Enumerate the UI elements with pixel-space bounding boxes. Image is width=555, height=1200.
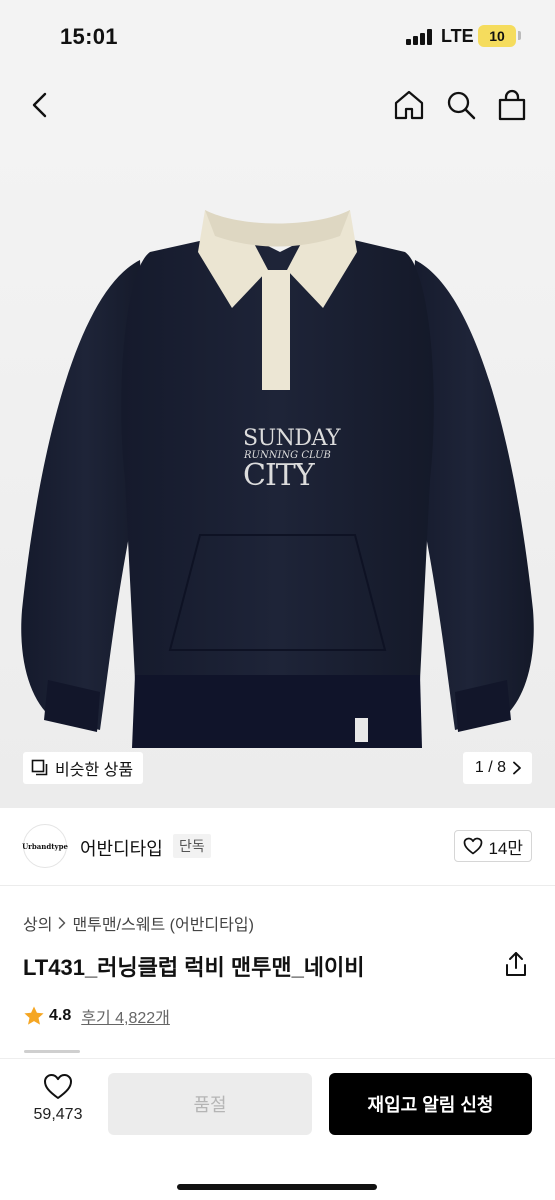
search-button[interactable] xyxy=(440,84,482,126)
share-button[interactable] xyxy=(503,950,529,978)
status-bar: 15:01 LTE 10 xyxy=(0,0,555,70)
brand-like-button[interactable]: 14만 xyxy=(454,830,532,862)
brand-logo-text: Urbandtype xyxy=(22,841,68,851)
chevron-right-icon xyxy=(513,761,521,775)
heart-icon xyxy=(44,1074,72,1099)
home-button[interactable] xyxy=(388,84,430,126)
image-counter: 1 / 8 xyxy=(474,759,506,776)
wishlist-button[interactable]: 59,473 xyxy=(22,1073,94,1135)
network-label: LTE xyxy=(441,26,474,46)
search-icon xyxy=(447,91,476,120)
cart-button[interactable] xyxy=(491,84,533,126)
back-button[interactable] xyxy=(19,84,61,126)
shopping-bag-icon xyxy=(498,89,526,121)
product-title: LT431_러닝클럽 럭비 맨투맨_네이비 xyxy=(23,955,365,980)
print-line3: CITY xyxy=(243,458,315,493)
tab-indicator xyxy=(24,1050,80,1053)
nav-bar xyxy=(0,70,555,140)
breadcrumb-subcategory[interactable]: 맨투맨/스웨트 (어반디타입) xyxy=(72,911,253,935)
heart-icon xyxy=(464,837,483,855)
soldout-button: 품절 xyxy=(108,1073,312,1135)
brand-logo[interactable]: Urbandtype xyxy=(22,824,68,868)
restock-alert-button[interactable]: 재입고 알림 신청 xyxy=(329,1073,532,1135)
home-icon xyxy=(394,90,424,120)
share-icon xyxy=(506,952,526,976)
chevron-right-icon xyxy=(59,917,66,929)
brand-name[interactable]: 어반디타입 xyxy=(80,835,163,861)
product-image[interactable]: SUNDAY RUNNING CLUB CITY 비슷한 상품 1 / 8 xyxy=(0,140,555,808)
wishlist-count: 59,473 xyxy=(33,1106,83,1123)
battery-tip xyxy=(518,31,521,40)
brand-like-count: 14만 xyxy=(488,838,523,858)
signal-icon xyxy=(406,29,434,45)
similar-icon xyxy=(31,759,48,776)
home-indicator xyxy=(177,1184,377,1190)
similar-products-button[interactable]: 비슷한 상품 xyxy=(23,752,144,784)
reviews-link[interactable]: 후기 4,822개 xyxy=(81,1004,170,1028)
image-counter-button[interactable]: 1 / 8 xyxy=(462,752,532,784)
exclusive-badge: 단독 xyxy=(173,834,211,858)
breadcrumb-category[interactable]: 상의 xyxy=(23,911,52,935)
status-time: 15:01 xyxy=(60,24,118,49)
bottom-action-bar: 59,473 품절 재입고 알림 신청 xyxy=(0,1058,555,1200)
star-icon xyxy=(24,1006,44,1025)
breadcrumb: 상의 맨투맨/스웨트 (어반디타입) xyxy=(23,911,254,935)
chevron-left-icon xyxy=(32,92,47,118)
rating-value: 4.8 xyxy=(49,1007,72,1024)
similar-products-label: 비슷한 상품 xyxy=(55,762,134,779)
brand-row[interactable]: Urbandtype 어반디타입 단독 14만 xyxy=(0,808,555,886)
print-line1: SUNDAY xyxy=(243,426,341,451)
rating-row: 4.8 후기 4,822개 xyxy=(23,1004,170,1028)
battery-icon: 10 xyxy=(478,25,516,47)
